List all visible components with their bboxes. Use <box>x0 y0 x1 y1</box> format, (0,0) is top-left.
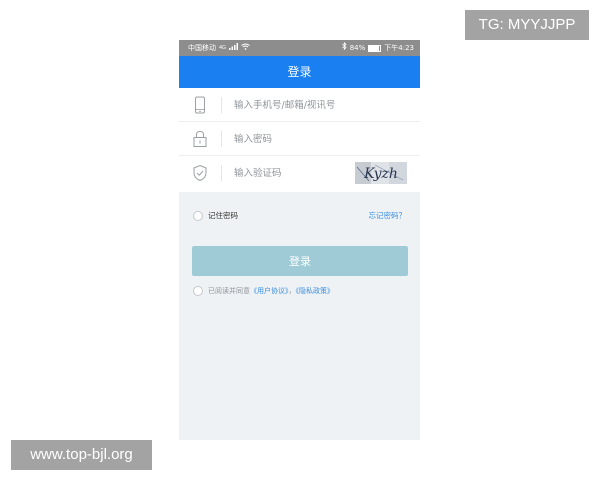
forgot-password-link[interactable]: 忘记密码？ <box>369 210 407 221</box>
login-button[interactable]: 登录 <box>192 246 408 276</box>
captcha-input[interactable] <box>234 164 349 182</box>
shield-icon <box>192 164 208 182</box>
privacy-policy-link[interactable]: 《隐私政策》 <box>296 287 335 295</box>
wifi-icon <box>241 40 250 56</box>
agreement-prefix: 已阅读并同意 <box>208 287 250 295</box>
agreement-separator: ， <box>288 287 296 295</box>
status-right: 84% 下午4:23 <box>341 40 414 56</box>
account-input[interactable] <box>234 96 404 114</box>
remember-label: 记住密码 <box>208 211 238 220</box>
bluetooth-icon <box>341 40 347 56</box>
carrier-name: 中国移动 <box>188 44 216 52</box>
password-row <box>179 122 420 156</box>
agree-checkbox[interactable] <box>193 286 203 296</box>
page-title: 登录 <box>287 65 312 79</box>
remember-checkbox[interactable] <box>193 211 203 221</box>
captcha-row: Kyzh <box>179 156 420 190</box>
battery-fill <box>369 45 379 51</box>
clock: 下午4:23 <box>384 44 414 52</box>
phone-screen: 中国移动 4G 84% 下午4:23 登录 输入手机号/邮箱/视讯号 输入验证码… <box>179 40 420 440</box>
signal-icon <box>229 40 239 56</box>
password-input[interactable] <box>234 130 404 148</box>
phone-icon <box>192 96 208 114</box>
battery-percent: 84% <box>349 44 366 52</box>
account-row <box>179 88 420 122</box>
row-divider <box>221 131 222 147</box>
user-agreement-link[interactable]: 《用户协议》 <box>250 287 289 295</box>
watermark-top-right: TG: MYYJJPP <box>465 10 589 40</box>
battery-icon <box>368 44 382 52</box>
agreement-row: 已阅读并同意《用户协议》，《隐私政策》 <box>179 284 420 298</box>
network-type: 4G <box>219 45 227 51</box>
row-divider <box>221 165 222 181</box>
login-form: Kyzh <box>179 88 420 192</box>
status-left: 中国移动 4G <box>188 40 250 56</box>
remember-row: 记住密码 忘记密码？ <box>179 208 420 224</box>
watermark-bottom-left: www.top-bjl.org <box>11 440 152 470</box>
row-divider <box>221 97 222 113</box>
captcha-image[interactable]: Kyzh <box>355 162 407 184</box>
lock-icon <box>192 130 208 148</box>
agreement-text: 已阅读并同意《用户协议》，《隐私政策》 <box>208 286 334 296</box>
captcha-text: Kyzh <box>363 166 398 182</box>
nav-bar: 登录 <box>179 56 420 88</box>
status-bar: 中国移动 4G 84% 下午4:23 <box>179 40 420 56</box>
